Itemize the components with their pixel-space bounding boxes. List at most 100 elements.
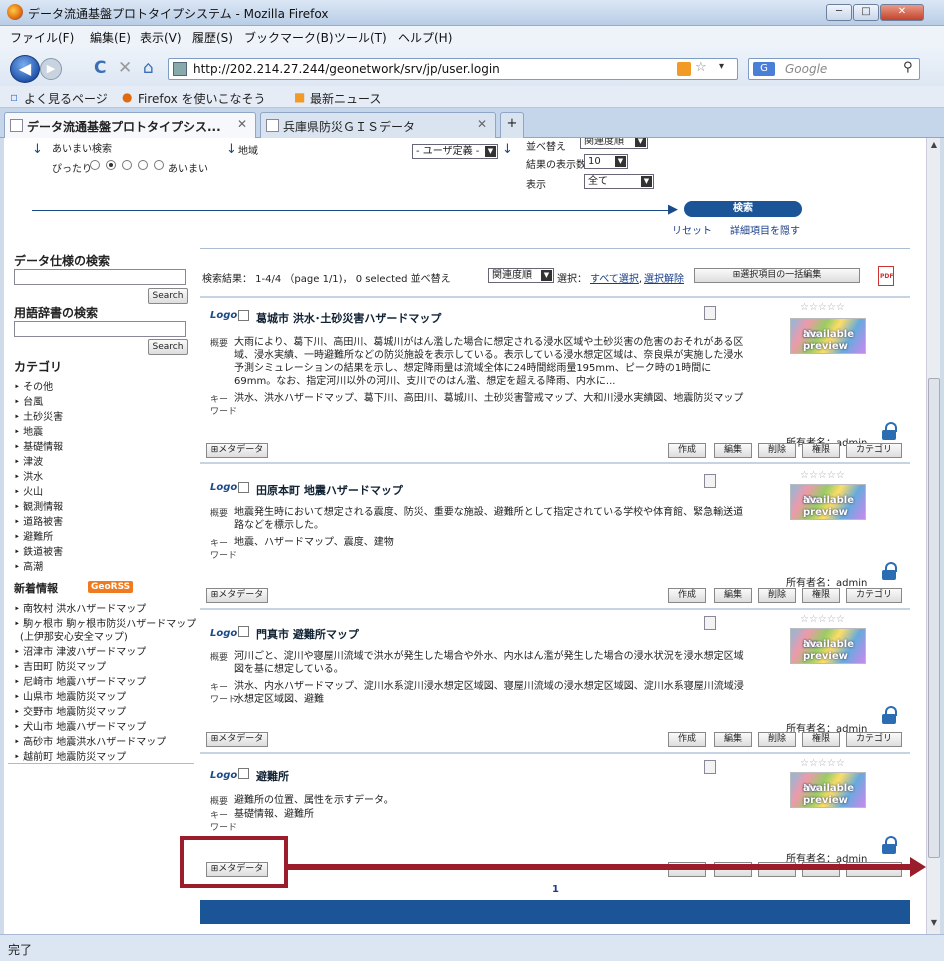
rss-feed-icon[interactable] [677, 62, 691, 76]
bulk-edit-button[interactable]: ⊞選択項目の一括編集 [694, 268, 860, 283]
thumbnail[interactable]: No preview available [790, 318, 866, 354]
menu-history[interactable]: 履歴(S) [192, 29, 233, 46]
data-search-button[interactable]: Search [148, 288, 188, 304]
glossary-search-button[interactable]: Search [148, 339, 188, 355]
category-item[interactable]: ‣ 火山 [14, 483, 43, 498]
url-dropdown-icon[interactable]: ▾ [719, 61, 724, 72]
close-window-button[interactable]: ✕ [880, 4, 924, 21]
news-item[interactable]: ‣ 南牧村 洪水ハザードマップ [14, 600, 146, 615]
news-item[interactable]: ‣ 犬山市 地震ハザードマップ [14, 718, 146, 733]
category-item[interactable]: ‣ 洪水 [14, 468, 43, 483]
category-button[interactable]: カテゴリ [846, 732, 902, 747]
data-search-input[interactable] [14, 269, 186, 285]
fuzziness-radio-4[interactable] [138, 160, 148, 170]
lock-icon[interactable] [882, 562, 897, 580]
menu-help[interactable]: ヘルプ(H) [398, 29, 452, 46]
category-item[interactable]: ‣ 台風 [14, 393, 43, 408]
pdf-icon[interactable] [878, 266, 894, 286]
tab-close-icon[interactable]: ✕ [237, 117, 247, 131]
scrollbar-thumb[interactable] [928, 378, 940, 858]
hide-details-link[interactable]: 詳細項目を隠す [730, 222, 800, 237]
category-item[interactable]: ‣ 地震 [14, 423, 43, 438]
menu-file[interactable]: ファイル(F) [10, 29, 74, 46]
maximize-button[interactable]: □ [853, 4, 879, 21]
vertical-scrollbar[interactable]: ▲ ▼ [926, 138, 940, 934]
bookmark-firefox-tips[interactable]: Firefox を使いこなそう [138, 90, 266, 107]
result-checkbox[interactable] [238, 626, 249, 637]
glossary-search-input[interactable] [14, 321, 186, 337]
scroll-up-icon[interactable]: ▲ [927, 140, 941, 154]
stop-button[interactable]: ✕ [118, 59, 132, 77]
region-select[interactable]: - ユーザ定義 - ▼ [412, 144, 498, 159]
scroll-down-icon[interactable]: ▼ [927, 918, 941, 932]
bookmark-star-icon[interactable]: ☆ [695, 60, 707, 75]
result-title[interactable]: 避難所 [256, 768, 289, 784]
result-title[interactable]: 田原本町 地震ハザードマップ [256, 482, 403, 498]
document-icon[interactable] [704, 760, 716, 774]
lock-icon[interactable] [882, 706, 897, 724]
category-item[interactable]: ‣ 観測情報 [14, 498, 63, 513]
news-item[interactable]: ‣ 沼津市 津波ハザードマップ [14, 643, 146, 658]
deselect-link[interactable]: 選択解除 [644, 274, 684, 285]
rating-stars[interactable]: ☆☆☆☆☆ [800, 614, 845, 625]
search-bar[interactable]: G Google ⚲ [748, 58, 920, 80]
display-select[interactable]: 全て ▼ [584, 174, 654, 189]
news-item-continuation[interactable]: (上伊那安心安全マップ) [20, 628, 128, 643]
category-item[interactable]: ‣ 道路被害 [14, 513, 63, 528]
menu-edit[interactable]: 編集(E) [90, 29, 131, 46]
fuzziness-radio-2[interactable] [106, 160, 116, 170]
category-item[interactable]: ‣ 土砂災害 [14, 408, 63, 423]
tab-close-icon[interactable]: ✕ [477, 117, 487, 131]
fuzziness-radio-1[interactable] [90, 160, 100, 170]
edit-button[interactable]: 編集 [714, 443, 752, 458]
category-item[interactable]: ‣ 高潮 [14, 558, 43, 573]
home-button[interactable]: ⌂ [143, 59, 154, 77]
results-sort-select[interactable]: 関連度順 ▼ [488, 268, 554, 283]
georss-badge[interactable]: GeoRSS [88, 581, 134, 593]
edit-button[interactable]: 編集 [714, 732, 752, 747]
metadata-button[interactable]: ⊞メタデータ [206, 588, 268, 603]
create-button[interactable]: 作成 [668, 732, 706, 747]
category-button[interactable]: カテゴリ [846, 443, 902, 458]
forward-button[interactable]: ▶ [40, 58, 62, 80]
menu-view[interactable]: 表示(V) [140, 29, 182, 46]
fuzziness-radio-3[interactable] [122, 160, 132, 170]
result-checkbox[interactable] [238, 482, 249, 493]
delete-button[interactable]: 削除 [758, 732, 796, 747]
tab-hyogo-gis[interactable]: 兵庫県防災ＧＩＳデータ ✕ [260, 112, 496, 138]
url-bar[interactable]: http://202.214.27.244/geonetwork/srv/jp/… [168, 58, 738, 80]
result-title[interactable]: 門真市 避難所マップ [256, 626, 359, 642]
select-all-link[interactable]: すべて選択 [590, 274, 639, 285]
result-checkbox[interactable] [238, 310, 249, 321]
news-item[interactable]: ‣ 越前町 地震防災マップ [14, 748, 126, 763]
create-button[interactable]: 作成 [668, 588, 706, 603]
thumbnail[interactable]: No preview available [790, 628, 866, 664]
thumbnail[interactable]: No preview available [790, 772, 866, 808]
bookmark-latest-news[interactable]: 最新ニュース [310, 90, 381, 107]
document-icon[interactable] [704, 616, 716, 630]
result-checkbox[interactable] [238, 768, 249, 779]
page-number[interactable]: 1 [552, 884, 559, 895]
search-button[interactable]: 検索 [684, 201, 802, 217]
menu-bookmarks[interactable]: ブックマーク(B) [244, 29, 334, 46]
search-engine-icon[interactable]: G [753, 62, 775, 76]
category-button[interactable]: カテゴリ [846, 588, 902, 603]
document-icon[interactable] [704, 474, 716, 488]
privileges-button[interactable]: 権限 [802, 588, 840, 603]
rating-stars[interactable]: ☆☆☆☆☆ [800, 302, 845, 313]
search-magnifier-icon[interactable]: ⚲ [903, 60, 913, 75]
category-item[interactable]: ‣ 基礎情報 [14, 438, 63, 453]
privileges-button[interactable]: 権限 [802, 732, 840, 747]
privileges-button[interactable]: 権限 [802, 443, 840, 458]
lock-icon[interactable] [882, 836, 897, 854]
tab-data-platform[interactable]: データ流通基盤プロトタイプシス... ✕ [4, 112, 256, 138]
category-item[interactable]: ‣ 鉄道被害 [14, 543, 63, 558]
category-item[interactable]: ‣ 避難所 [14, 528, 53, 543]
edit-button[interactable]: 編集 [714, 588, 752, 603]
back-button[interactable]: ◀ [10, 55, 40, 83]
reset-link[interactable]: リセット [672, 222, 712, 237]
bookmark-most-visited[interactable]: よく見るページ [24, 90, 108, 107]
news-item[interactable]: ‣ 尼崎市 地震ハザードマップ [14, 673, 146, 688]
rating-stars[interactable]: ☆☆☆☆☆ [800, 758, 845, 769]
menu-tools[interactable]: ツール(T) [334, 29, 387, 46]
